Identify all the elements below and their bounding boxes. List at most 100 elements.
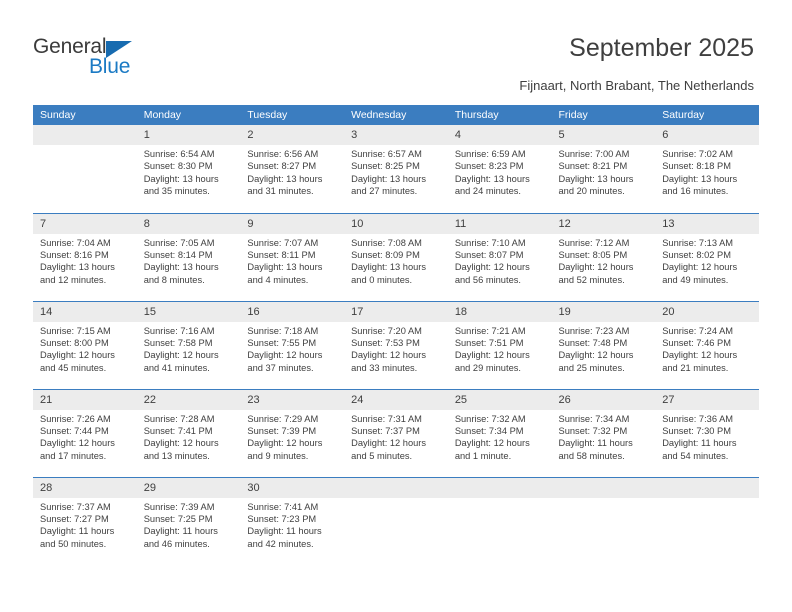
daylight-text: Daylight: 13 hours and 27 minutes. bbox=[351, 173, 427, 197]
calendar-cell-empty bbox=[33, 125, 137, 213]
calendar-day-cell[interactable]: 20 Sunrise: 7:24 AM Sunset: 7:46 PM Dayligh… bbox=[655, 300, 759, 389]
daylight-text: Daylight: 12 hours and 56 minutes. bbox=[454, 262, 530, 285]
day-number: 4 bbox=[447, 125, 552, 145]
sunrise-text: Sunrise: 6:59 AM bbox=[454, 149, 526, 159]
sunrise-text: Sunrise: 7:24 AM bbox=[662, 325, 734, 336]
calendar-day-cell[interactable]: 22 Sunrise: 7:28 AM Sunset: 7:41 PM Dayligh… bbox=[136, 388, 241, 477]
day-info: Sunrise: 7:41 AM Sunset: 7:23 PM Daylight:… bbox=[240, 498, 344, 551]
day-number: 26 bbox=[551, 389, 656, 410]
day-info: Sunrise: 7:32 AM Sunset: 7:34 PM Daylight:… bbox=[448, 410, 552, 463]
sunset-text: Sunset: 7:39 PM bbox=[247, 425, 317, 436]
calendar-header-row: Sunday Monday Tuesday Wednesday Thursday… bbox=[33, 105, 759, 125]
calendar-day-cell[interactable]: 25 Sunrise: 7:32 AM Sunset: 7:34 PM Dayligh… bbox=[447, 388, 552, 477]
day-info: Sunrise: 7:34 AM Sunset: 7:32 PM Daylight:… bbox=[552, 410, 656, 463]
page-title: September 2025 bbox=[569, 34, 754, 62]
daylight-text: Daylight: 11 hours and 50 minutes. bbox=[40, 526, 115, 549]
day-number: 24 bbox=[344, 389, 448, 410]
calendar-week-row: 14 Sunrise: 7:15 AM Sunset: 8:00 PM Dayligh… bbox=[33, 300, 759, 389]
weekday-header-monday: Monday bbox=[136, 105, 241, 125]
day-number: 10 bbox=[344, 213, 448, 234]
sunset-text: Sunset: 7:25 PM bbox=[143, 513, 213, 524]
calendar-day-cell[interactable]: 17 Sunrise: 7:20 AM Sunset: 7:53 PM Dayligh… bbox=[344, 300, 448, 389]
sunset-text: Sunset: 8:11 PM bbox=[247, 249, 316, 260]
day-number: 18 bbox=[447, 301, 552, 322]
daylight-text: Daylight: 12 hours and 5 minutes. bbox=[351, 438, 427, 461]
daylight-text: Daylight: 12 hours and 21 minutes. bbox=[662, 350, 738, 373]
daylight-text: Daylight: 11 hours and 58 minutes. bbox=[558, 438, 633, 461]
sunset-text: Sunset: 8:09 PM bbox=[351, 249, 420, 260]
weekday-header-sunday: Sunday bbox=[33, 105, 137, 125]
sunset-text: Sunset: 7:27 PM bbox=[40, 513, 109, 524]
day-number: 19 bbox=[551, 301, 656, 322]
sunset-text: Sunset: 8:05 PM bbox=[558, 249, 628, 260]
daylight-text: Daylight: 12 hours and 45 minutes. bbox=[40, 350, 115, 373]
calendar-day-cell[interactable]: 19 Sunrise: 7:23 AM Sunset: 7:48 PM Dayligh… bbox=[551, 300, 656, 389]
calendar-week-row: 21 Sunrise: 7:26 AM Sunset: 7:44 PM Dayligh… bbox=[33, 388, 759, 477]
calendar-day-cell[interactable]: 15 Sunrise: 7:16 AM Sunset: 7:58 PM Dayligh… bbox=[136, 300, 241, 389]
weekday-header-saturday: Saturday bbox=[655, 105, 759, 125]
day-info: Sunrise: 7:08 AM Sunset: 8:09 PM Daylight:… bbox=[344, 234, 448, 287]
day-info: Sunrise: 7:24 AM Sunset: 7:46 PM Daylight:… bbox=[655, 322, 759, 375]
calendar-day-cell[interactable]: 1 Sunrise: 6:54 AM Sunset: 8:30 PM Daylight… bbox=[136, 125, 241, 213]
calendar-day-cell[interactable]: 9 Sunrise: 7:07 AM Sunset: 8:11 PM Daylight… bbox=[240, 212, 345, 301]
sunset-text: Sunset: 7:53 PM bbox=[351, 337, 420, 348]
sunset-text: Sunset: 7:30 PM bbox=[662, 425, 731, 436]
calendar-week-row: 1 Sunrise: 6:54 AM Sunset: 8:30 PM Daylight… bbox=[33, 125, 759, 213]
calendar-day-cell[interactable]: 10 Sunrise: 7:08 AM Sunset: 8:09 PM Dayligh… bbox=[344, 212, 448, 301]
calendar-day-cell[interactable]: 5 Sunrise: 7:00 AM Sunset: 8:21 PM Daylight… bbox=[551, 125, 656, 213]
calendar-day-cell[interactable]: 4 Sunrise: 6:59 AM Sunset: 8:23 PM Daylight… bbox=[447, 125, 552, 213]
day-number: 28 bbox=[33, 477, 137, 498]
sunset-text: Sunset: 7:44 PM bbox=[40, 425, 109, 436]
sunset-text: Sunset: 7:48 PM bbox=[558, 337, 628, 348]
sunrise-text: Sunrise: 7:02 AM bbox=[662, 149, 734, 159]
calendar-day-cell[interactable]: 16 Sunrise: 7:18 AM Sunset: 7:55 PM Dayligh… bbox=[240, 300, 345, 389]
calendar-day-cell[interactable]: 8 Sunrise: 7:05 AM Sunset: 8:14 PM Daylight… bbox=[136, 212, 241, 301]
daylight-text: Daylight: 13 hours and 4 minutes. bbox=[247, 262, 323, 285]
sunrise-text: Sunrise: 7:21 AM bbox=[454, 325, 526, 336]
calendar-day-cell[interactable]: 13 Sunrise: 7:13 AM Sunset: 8:02 PM Dayligh… bbox=[655, 212, 759, 301]
general-blue-logo: General Blue bbox=[33, 36, 163, 86]
sunset-text: Sunset: 8:21 PM bbox=[558, 161, 628, 172]
sunset-text: Sunset: 8:00 PM bbox=[40, 337, 109, 348]
calendar-day-cell[interactable]: 30 Sunrise: 7:41 AM Sunset: 7:23 PM Dayligh… bbox=[240, 476, 345, 565]
day-number: 22 bbox=[136, 389, 241, 410]
daylight-text: Daylight: 13 hours and 12 minutes. bbox=[40, 262, 115, 285]
daylight-text: Daylight: 12 hours and 25 minutes. bbox=[558, 350, 634, 373]
calendar-day-cell[interactable]: 14 Sunrise: 7:15 AM Sunset: 8:00 PM Dayligh… bbox=[33, 300, 137, 389]
sunrise-text: Sunrise: 6:54 AM bbox=[143, 149, 215, 159]
sunrise-text: Sunrise: 7:13 AM bbox=[662, 237, 734, 248]
calendar-day-cell[interactable]: 18 Sunrise: 7:21 AM Sunset: 7:51 PM Dayligh… bbox=[447, 300, 552, 389]
day-info: Sunrise: 7:31 AM Sunset: 7:37 PM Daylight:… bbox=[344, 410, 448, 463]
calendar-day-cell[interactable]: 24 Sunrise: 7:31 AM Sunset: 7:37 PM Dayligh… bbox=[344, 388, 448, 477]
daylight-text: Daylight: 13 hours and 35 minutes. bbox=[143, 173, 219, 197]
calendar-table: Sunday Monday Tuesday Wednesday Thursday… bbox=[33, 105, 759, 565]
calendar-cell-empty bbox=[344, 476, 448, 565]
calendar-day-cell[interactable]: 26 Sunrise: 7:34 AM Sunset: 7:32 PM Dayligh… bbox=[551, 388, 656, 477]
calendar-day-cell[interactable]: 28 Sunrise: 7:37 AM Sunset: 7:27 PM Dayligh… bbox=[33, 476, 137, 565]
calendar-day-cell[interactable]: 6 Sunrise: 7:02 AM Sunset: 8:18 PM Daylight… bbox=[655, 125, 759, 213]
calendar-day-cell[interactable]: 11 Sunrise: 7:10 AM Sunset: 8:07 PM Dayligh… bbox=[447, 212, 552, 301]
day-info: Sunrise: 7:13 AM Sunset: 8:02 PM Daylight:… bbox=[655, 234, 759, 287]
day-info: Sunrise: 7:36 AM Sunset: 7:30 PM Daylight:… bbox=[655, 410, 759, 463]
calendar-cell-empty bbox=[551, 476, 656, 565]
calendar-day-cell[interactable]: 7 Sunrise: 7:04 AM Sunset: 8:16 PM Daylight… bbox=[33, 212, 137, 301]
sunset-text: Sunset: 8:25 PM bbox=[351, 161, 420, 172]
daylight-text: Daylight: 12 hours and 33 minutes. bbox=[351, 350, 427, 373]
sunrise-text: Sunrise: 7:15 AM bbox=[40, 325, 111, 336]
day-number: 11 bbox=[447, 213, 552, 234]
calendar-day-cell[interactable]: 23 Sunrise: 7:29 AM Sunset: 7:39 PM Dayligh… bbox=[240, 388, 345, 477]
calendar-page: General Blue September 2025 Fijnaart, No… bbox=[0, 0, 792, 612]
sunrise-text: Sunrise: 7:28 AM bbox=[143, 413, 215, 424]
day-number: 7 bbox=[33, 213, 137, 234]
calendar-day-cell[interactable]: 2 Sunrise: 6:56 AM Sunset: 8:27 PM Daylight… bbox=[240, 125, 345, 213]
calendar-day-cell[interactable]: 27 Sunrise: 7:36 AM Sunset: 7:30 PM Dayligh… bbox=[655, 388, 759, 477]
calendar-day-cell[interactable]: 29 Sunrise: 7:39 AM Sunset: 7:25 PM Dayligh… bbox=[136, 476, 241, 565]
sunrise-text: Sunrise: 7:41 AM bbox=[247, 501, 319, 512]
day-number: 12 bbox=[551, 213, 656, 234]
calendar-day-cell[interactable]: 21 Sunrise: 7:26 AM Sunset: 7:44 PM Dayligh… bbox=[33, 388, 137, 477]
calendar-day-cell[interactable]: 12 Sunrise: 7:12 AM Sunset: 8:05 PM Dayligh… bbox=[551, 212, 656, 301]
sunrise-text: Sunrise: 7:31 AM bbox=[351, 413, 422, 424]
calendar-day-cell[interactable]: 3 Sunrise: 6:57 AM Sunset: 8:25 PM Daylight… bbox=[344, 125, 448, 213]
day-number: 3 bbox=[344, 125, 448, 145]
sunset-text: Sunset: 7:34 PM bbox=[454, 425, 524, 436]
